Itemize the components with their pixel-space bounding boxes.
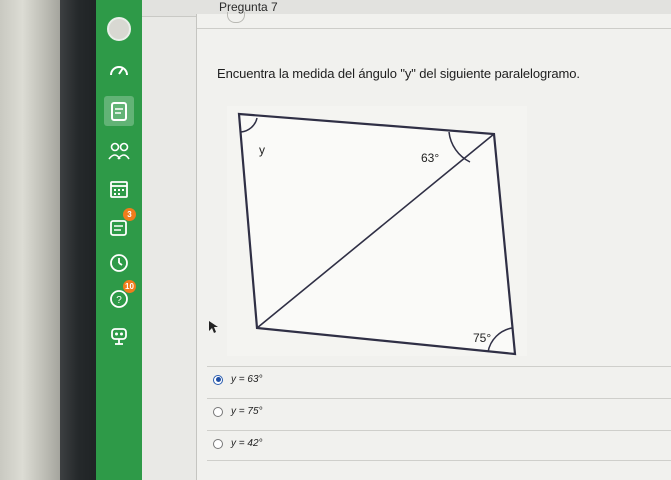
label-y: y <box>259 143 265 157</box>
option-divider <box>207 366 671 367</box>
sidebar-item-groups[interactable] <box>104 136 134 166</box>
sidebar-item-messages[interactable]: 3 <box>104 208 136 242</box>
screen-frame: 3 ? 10 Pregunta 7 Encuentra la medida de… <box>0 0 671 480</box>
parallelogram-figure: y 63° 75° <box>227 106 527 361</box>
option-divider <box>207 460 671 461</box>
option-1-label: y = 63° <box>231 374 263 385</box>
option-divider <box>207 430 671 431</box>
help-badge: 10 <box>123 280 136 293</box>
clipboard-icon <box>111 102 127 121</box>
notification-badge: 3 <box>123 208 136 221</box>
monitor-bezel <box>0 0 64 480</box>
label-63: 63° <box>421 151 439 165</box>
people-icon <box>108 142 130 160</box>
avatar-icon <box>107 17 131 41</box>
option-divider <box>207 398 671 399</box>
sidebar-item-profile[interactable] <box>104 322 134 352</box>
left-sidebar: 3 ? 10 <box>96 0 142 480</box>
sidebar-item-assignments[interactable] <box>104 96 134 126</box>
pointer-icon <box>209 321 218 333</box>
sidebar-item-calendar[interactable] <box>104 174 134 204</box>
radio-icon[interactable] <box>213 438 223 449</box>
option-1[interactable]: y = 63° <box>213 374 263 385</box>
gauge-icon <box>110 66 128 76</box>
calendar-icon <box>110 181 128 198</box>
main-content: Pregunta 7 Encuentra la medida del ángul… <box>142 0 671 480</box>
sidebar-item-history[interactable] <box>104 248 134 278</box>
clock-icon <box>110 254 128 272</box>
sidebar-avatar[interactable] <box>104 14 134 44</box>
question-title: Pregunta 7 <box>219 0 278 14</box>
question-text: Encuentra la medida del ángulo "y" del s… <box>217 66 580 81</box>
parallelogram-diagram: y 63° 75° <box>227 106 527 356</box>
sidebar-item-help[interactable]: ? 10 <box>104 280 136 314</box>
option-2[interactable]: y = 75° <box>213 406 263 417</box>
label-75: 75° <box>473 331 491 345</box>
option-3-label: y = 42° <box>231 438 263 449</box>
radio-selected-icon[interactable] <box>213 374 223 385</box>
header-divider <box>197 28 671 29</box>
sidebar-item-dashboard[interactable] <box>104 56 134 86</box>
monitor-edge <box>60 0 96 480</box>
option-3[interactable]: y = 42° <box>213 438 263 449</box>
mouse-cursor <box>208 320 218 339</box>
radio-icon[interactable] <box>213 406 223 417</box>
svg-text:?: ? <box>116 295 122 306</box>
question-panel: Pregunta 7 Encuentra la medida del ángul… <box>196 0 671 480</box>
option-2-label: y = 75° <box>231 406 263 417</box>
robot-icon <box>111 328 127 345</box>
